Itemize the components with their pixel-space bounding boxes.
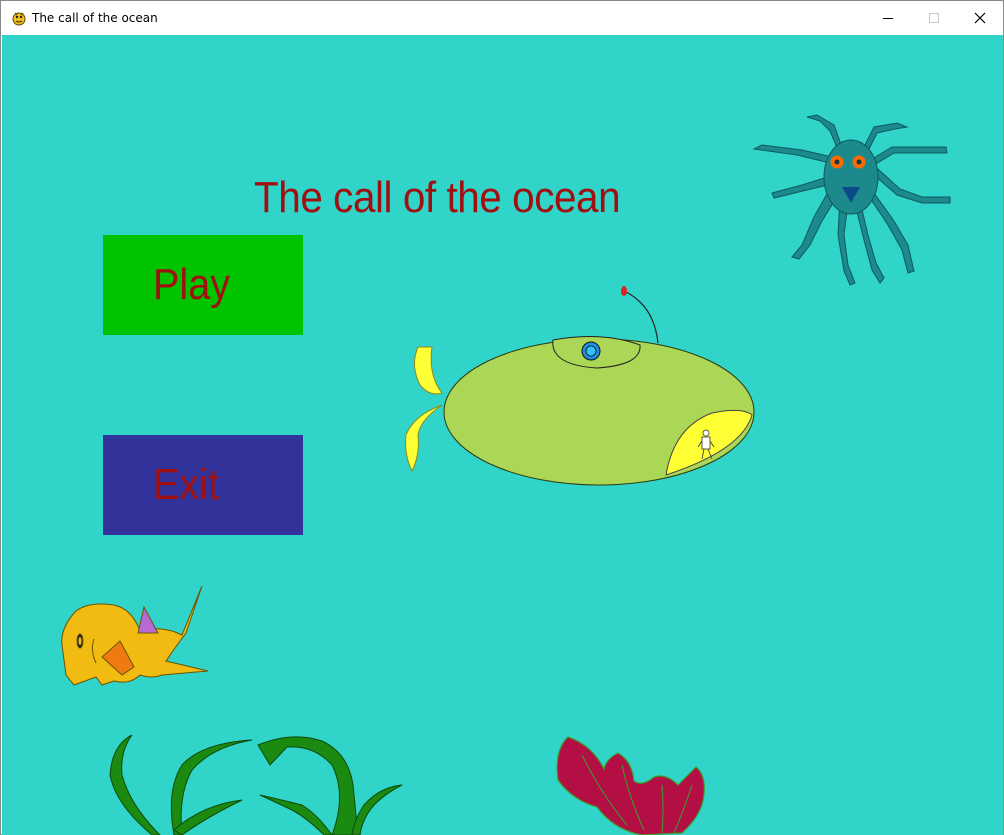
exit-button[interactable]: Exit	[103, 435, 303, 535]
pygame-snake-icon	[12, 12, 26, 26]
minimize-button[interactable]	[865, 1, 911, 35]
game-title: The call of the ocean	[254, 173, 621, 222]
play-button-label: Play	[153, 260, 231, 309]
title-bar[interactable]: The call of the ocean	[1, 1, 1003, 35]
close-icon	[974, 12, 986, 24]
game-window: The call of the ocean The call of the oc…	[0, 0, 1004, 835]
exit-button-label: Exit	[153, 460, 220, 509]
minimize-icon	[883, 18, 893, 19]
maximize-icon	[929, 13, 939, 23]
close-button[interactable]	[957, 1, 1003, 35]
octopus	[752, 114, 951, 286]
game-canvas: The call of the ocean Play Exit	[2, 35, 1003, 835]
window-title: The call of the ocean	[32, 11, 158, 25]
maximize-button[interactable]	[911, 1, 957, 35]
red-coral	[556, 736, 705, 835]
seaweed-middle	[257, 736, 403, 835]
fish	[61, 585, 209, 686]
submarine	[405, 286, 755, 486]
play-button[interactable]: Play	[103, 235, 303, 335]
seaweed-left	[109, 734, 253, 835]
